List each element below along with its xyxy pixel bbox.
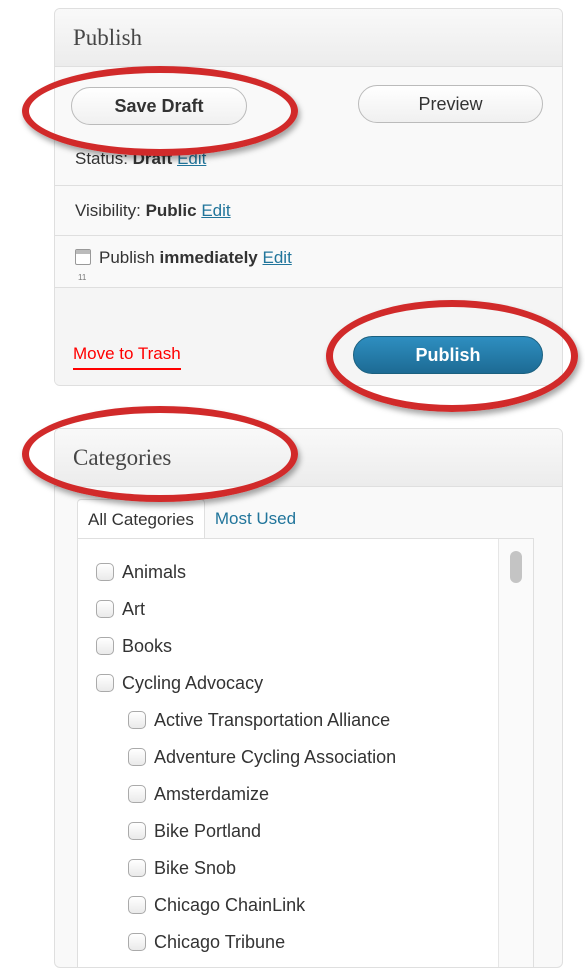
visibility-value: Public	[145, 201, 197, 220]
status-row: Status: Draft Edit	[55, 135, 562, 183]
category-label[interactable]: Active Transportation Alliance	[154, 710, 390, 730]
publish-date-value: immediately	[159, 248, 258, 267]
category-tabs: All Categories Most Used	[77, 499, 306, 539]
move-to-trash-link[interactable]: Move to Trash	[73, 344, 181, 370]
divider	[55, 185, 562, 186]
categories-title: Categories	[55, 429, 562, 487]
status-label: Status:	[75, 149, 128, 168]
category-checkbox[interactable]	[128, 711, 146, 729]
category-checkbox[interactable]	[128, 785, 146, 803]
category-item: Art	[78, 591, 396, 628]
tab-all-categories[interactable]: All Categories	[77, 499, 205, 539]
category-list: Animals Art Books Cycling Advocacy Active Tr…	[78, 554, 396, 961]
visibility-edit-link[interactable]: Edit	[201, 201, 230, 220]
status-value: Draft	[132, 149, 173, 168]
scroll-thumb[interactable]	[510, 551, 522, 583]
category-label[interactable]: Bike Portland	[154, 821, 261, 841]
visibility-label: Visibility:	[75, 201, 141, 220]
category-checklist-panel: Animals Art Books Cycling Advocacy Active Tr…	[77, 538, 534, 967]
category-label[interactable]: Art	[122, 599, 145, 619]
category-label[interactable]: Bike Snob	[154, 858, 236, 878]
category-checkbox[interactable]	[96, 637, 114, 655]
save-draft-button[interactable]: Save Draft	[71, 87, 247, 125]
category-checkbox[interactable]	[96, 600, 114, 618]
publish-metabox: Publish Save Draft Preview Status: Draft…	[54, 8, 563, 386]
category-label[interactable]: Amsterdamize	[154, 784, 269, 804]
preview-button[interactable]: Preview	[358, 85, 543, 123]
category-checkbox[interactable]	[128, 822, 146, 840]
scrollbar[interactable]	[498, 539, 533, 967]
category-item: Animals	[78, 554, 396, 591]
category-checkbox[interactable]	[128, 859, 146, 877]
publish-date-label: Publish	[99, 248, 155, 267]
category-label[interactable]: Animals	[122, 562, 186, 582]
category-label[interactable]: Cycling Advocacy	[122, 673, 263, 693]
category-label[interactable]: Chicago Tribune	[154, 932, 285, 952]
publish-date-row: Publish immediately Edit	[55, 234, 562, 302]
category-item: Chicago Tribune	[78, 924, 396, 961]
calendar-icon	[75, 249, 91, 302]
category-item: Books	[78, 628, 396, 665]
category-item: Active Transportation Alliance	[78, 702, 396, 739]
tab-most-used[interactable]: Most Used	[205, 499, 306, 539]
category-item: Chicago ChainLink	[78, 887, 396, 924]
category-item: Bike Portland	[78, 813, 396, 850]
category-item: Adventure Cycling Association	[78, 739, 396, 776]
category-item: Bike Snob	[78, 850, 396, 887]
category-label[interactable]: Adventure Cycling Association	[154, 747, 396, 767]
publish-date-edit-link[interactable]: Edit	[263, 248, 292, 267]
category-item: Amsterdamize	[78, 776, 396, 813]
publish-button[interactable]: Publish	[353, 336, 543, 374]
visibility-row: Visibility: Public Edit	[55, 187, 562, 235]
category-label[interactable]: Books	[122, 636, 172, 656]
category-checkbox[interactable]	[96, 563, 114, 581]
categories-metabox: Categories All Categories Most Used Anima…	[54, 428, 563, 968]
category-checkbox[interactable]	[128, 748, 146, 766]
major-publishing-actions: Move to Trash Publish	[55, 287, 562, 385]
category-checkbox[interactable]	[96, 674, 114, 692]
publish-title: Publish	[55, 9, 562, 67]
category-label[interactable]: Chicago ChainLink	[154, 895, 305, 915]
category-checkbox[interactable]	[128, 896, 146, 914]
category-item: Cycling Advocacy	[78, 665, 396, 702]
category-checkbox[interactable]	[128, 933, 146, 951]
status-edit-link[interactable]: Edit	[177, 149, 206, 168]
